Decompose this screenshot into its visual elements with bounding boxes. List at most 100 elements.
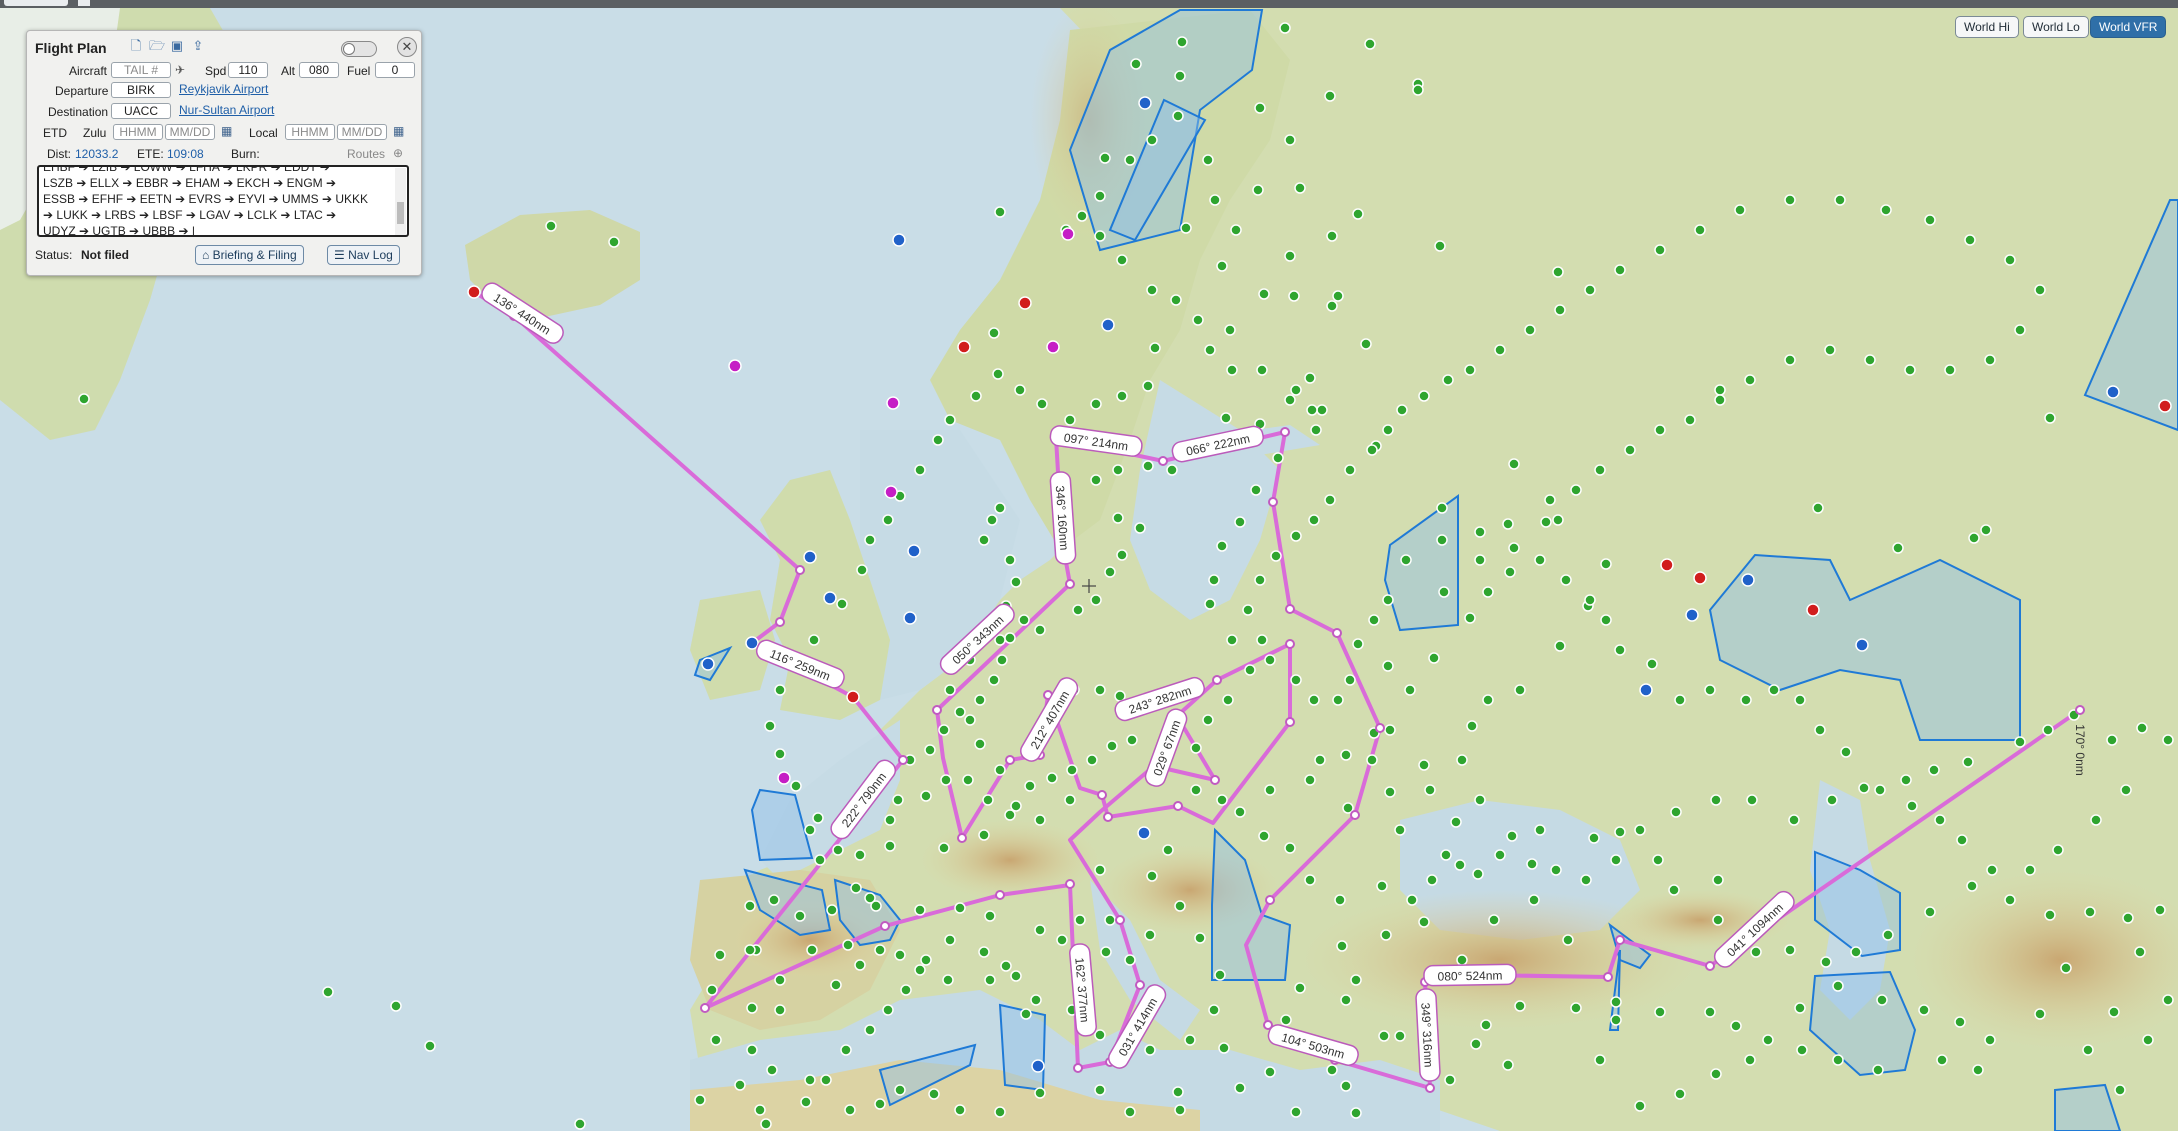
airport-marker[interactable] xyxy=(1100,946,1112,958)
airport-marker[interactable] xyxy=(1404,684,1416,696)
airport-marker[interactable] xyxy=(1344,464,1356,476)
scrollbar-thumb[interactable] xyxy=(397,202,404,224)
airport-marker[interactable] xyxy=(1418,390,1430,402)
airport-marker[interactable] xyxy=(1750,946,1762,958)
airport-marker[interactable] xyxy=(1130,58,1142,70)
airport-marker[interactable] xyxy=(1670,806,1682,818)
airport-marker[interactable] xyxy=(1954,1016,1966,1028)
airport-marker[interactable] xyxy=(1812,502,1824,514)
airport-marker[interactable] xyxy=(1146,134,1158,146)
airport-marker[interactable] xyxy=(1264,1066,1276,1078)
airport-marker[interactable] xyxy=(774,1004,786,1016)
airport-marker[interactable] xyxy=(820,1074,832,1086)
airport-marker[interactable] xyxy=(1614,826,1626,838)
airport-marker[interactable] xyxy=(1382,424,1394,436)
airport-marker[interactable] xyxy=(1784,194,1796,206)
airport-marker[interactable] xyxy=(962,774,974,786)
airport-marker[interactable] xyxy=(1380,929,1392,941)
airport-marker[interactable] xyxy=(1394,1030,1406,1042)
airport-marker[interactable] xyxy=(1116,390,1128,402)
airport-marker[interactable] xyxy=(1270,550,1282,562)
airport-marker[interactable] xyxy=(2154,904,2166,916)
airport-marker[interactable] xyxy=(1378,1030,1390,1042)
airport-marker[interactable] xyxy=(1986,864,1998,876)
airport-marker[interactable] xyxy=(1654,424,1666,436)
airport-marker[interactable] xyxy=(914,904,926,916)
airport-marker[interactable] xyxy=(1710,1068,1722,1080)
local-time-input[interactable] xyxy=(285,124,335,140)
airport-marker[interactable] xyxy=(1250,484,1262,496)
airport-marker[interactable] xyxy=(1584,284,1596,296)
airport-marker[interactable] xyxy=(992,368,1004,380)
airport-marker[interactable] xyxy=(754,1104,766,1116)
airport-marker[interactable] xyxy=(2162,994,2174,1006)
airport-marker[interactable] xyxy=(900,984,912,996)
airport-marker[interactable] xyxy=(814,854,826,866)
airport-marker[interactable] xyxy=(774,748,786,760)
airport-marker[interactable] xyxy=(964,714,976,726)
airport-marker[interactable] xyxy=(1010,800,1022,812)
airport-marker[interactable] xyxy=(1610,1014,1622,1026)
airport-marker[interactable] xyxy=(1418,759,1430,771)
airport-marker[interactable] xyxy=(1488,914,1500,926)
airport-marker[interactable] xyxy=(2024,864,2036,876)
airport-marker[interactable] xyxy=(2044,909,2056,921)
airport-marker[interactable] xyxy=(1336,940,1348,952)
airport-marker[interactable] xyxy=(1174,70,1186,82)
airport-marker[interactable] xyxy=(1034,1087,1046,1099)
airport-marker[interactable] xyxy=(986,514,998,526)
airport-marker[interactable] xyxy=(894,949,906,961)
airport-marker[interactable] xyxy=(1710,794,1722,806)
airport-marker[interactable] xyxy=(994,634,1006,646)
airport-marker[interactable] xyxy=(1226,634,1238,646)
airport-marker[interactable] xyxy=(390,1000,402,1012)
airport-marker[interactable] xyxy=(1086,754,1098,766)
airport-marker[interactable] xyxy=(1190,784,1202,796)
airport-marker[interactable] xyxy=(1208,1004,1220,1016)
airport-marker[interactable] xyxy=(1474,526,1486,538)
airport-marker[interactable] xyxy=(764,720,776,732)
airport-marker[interactable] xyxy=(1094,230,1106,242)
airport-marker[interactable] xyxy=(1326,1064,1338,1076)
airport-marker[interactable] xyxy=(1584,594,1596,606)
airport-marker[interactable] xyxy=(2014,736,2026,748)
airport-marker[interactable] xyxy=(1508,542,1520,554)
airport-marker[interactable] xyxy=(1290,384,1302,396)
airport-marker[interactable] xyxy=(2120,784,2132,796)
destination-input[interactable] xyxy=(111,103,171,119)
airport-marker[interactable] xyxy=(1244,664,1256,676)
airport-marker[interactable] xyxy=(2090,814,2102,826)
airport-marker[interactable] xyxy=(884,840,896,852)
airport-marker[interactable] xyxy=(1482,694,1494,706)
airport-marker[interactable] xyxy=(1360,338,1372,350)
airport-marker[interactable] xyxy=(1508,458,1520,470)
airport-marker[interactable] xyxy=(1526,858,1538,870)
airport-marker[interactable] xyxy=(1094,190,1106,202)
airport-marker[interactable] xyxy=(1162,844,1174,856)
airport-marker[interactable] xyxy=(1192,314,1204,326)
airport-marker[interactable] xyxy=(1784,944,1796,956)
airport-marker[interactable] xyxy=(1594,464,1606,476)
airport-marker[interactable] xyxy=(1172,1086,1184,1098)
airport-marker[interactable] xyxy=(1314,754,1326,766)
airport-marker[interactable] xyxy=(1304,874,1316,886)
airport-marker[interactable] xyxy=(932,434,944,446)
airport-marker[interactable] xyxy=(1614,644,1626,656)
airport-marker[interactable] xyxy=(1024,780,1036,792)
airport-marker[interactable] xyxy=(1502,518,1514,530)
airport-marker[interactable] xyxy=(954,1104,966,1116)
airport-marker[interactable] xyxy=(864,534,876,546)
airport-marker[interactable] xyxy=(1858,782,1870,794)
airport-marker[interactable] xyxy=(2134,946,2146,958)
airport-marker[interactable] xyxy=(1762,1034,1774,1046)
new-document-icon[interactable]: 🗋 xyxy=(129,39,143,53)
route-scrollbar[interactable] xyxy=(395,168,406,235)
airport-marker[interactable] xyxy=(1412,84,1424,96)
airport-marker[interactable] xyxy=(1368,614,1380,626)
airport-marker[interactable] xyxy=(882,514,894,526)
airport-marker[interactable] xyxy=(2014,324,2026,336)
airport-marker[interactable] xyxy=(1034,814,1046,826)
airport-marker[interactable] xyxy=(1216,540,1228,552)
airport-marker[interactable] xyxy=(1646,658,1658,670)
airport-marker[interactable] xyxy=(1394,824,1406,836)
